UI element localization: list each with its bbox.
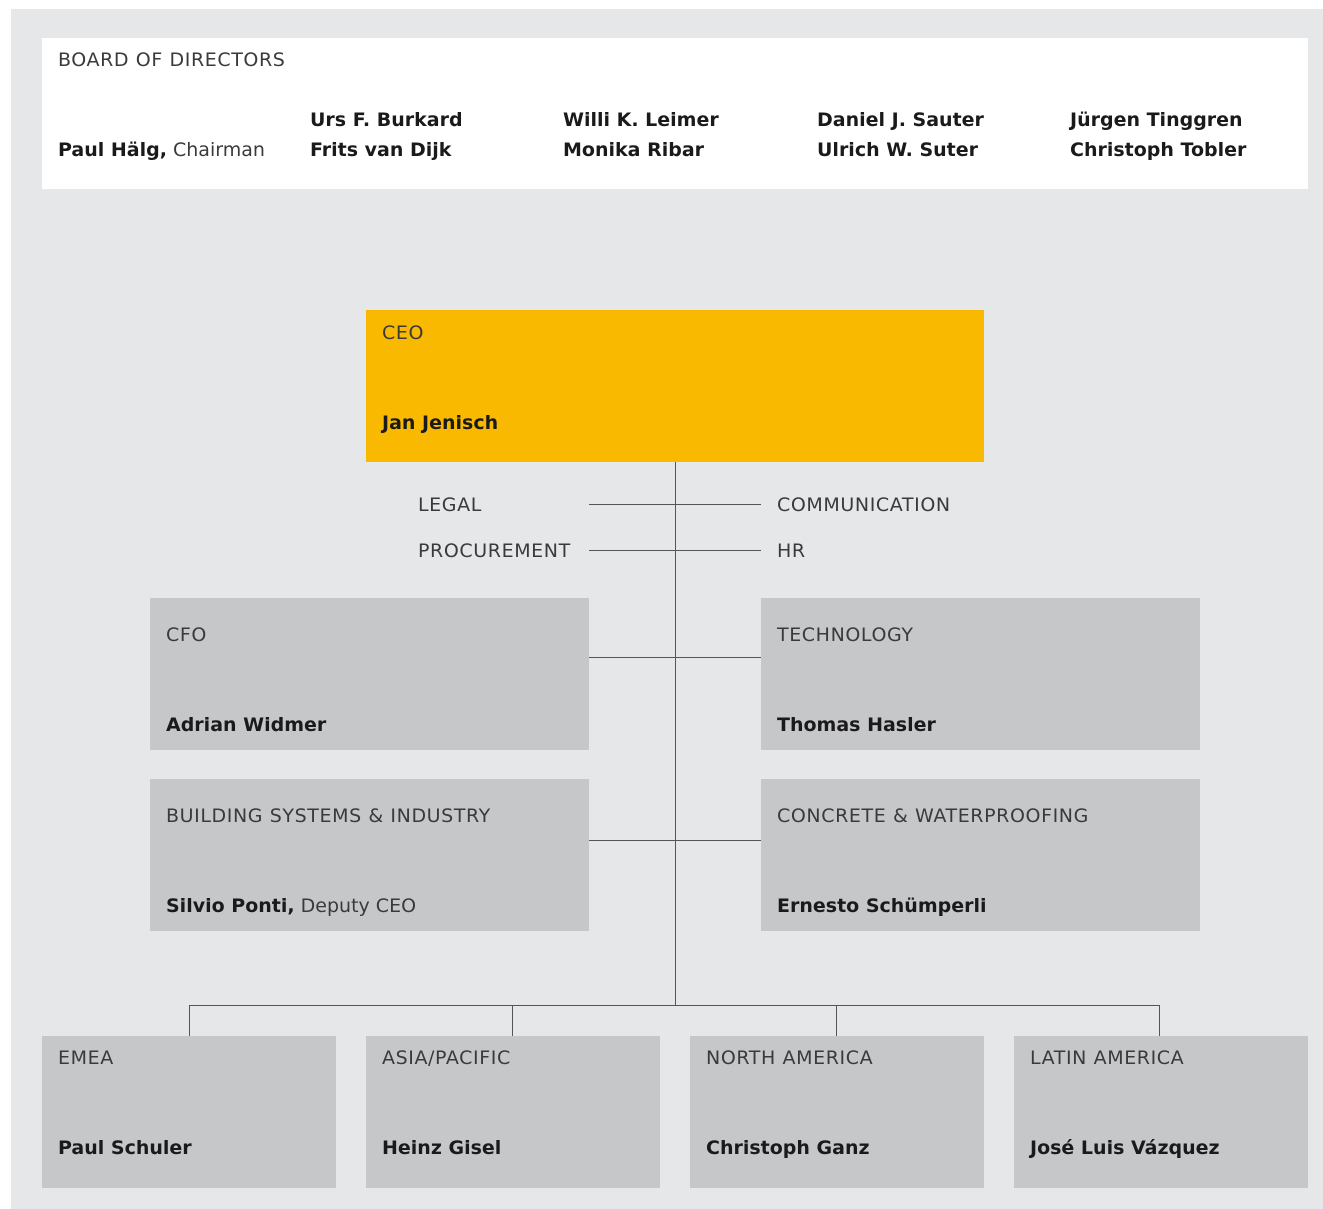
concrete-waterproofing-label: CONCRETE & WATERPROOFING: [777, 805, 1089, 827]
connector-building-concrete: [589, 840, 761, 841]
region-drop-line: [512, 1005, 513, 1036]
concrete-waterproofing-box: CONCRETE & WATERPROOFING Ernesto Schümpe…: [761, 779, 1200, 931]
region-label: LATIN AMERICA: [1030, 1047, 1185, 1069]
board-member: Christoph Tobler: [1070, 139, 1247, 161]
board-member: Willi K. Leimer: [563, 109, 719, 131]
board-member: Ulrich W. Suter: [817, 139, 979, 161]
region-box-north-america: NORTH AMERICA Christoph Ganz: [690, 1036, 984, 1188]
building-systems-name: Silvio Ponti,: [166, 895, 295, 917]
ceo-name: Jan Jenisch: [382, 412, 499, 434]
technology-box: TECHNOLOGY Thomas Hasler: [761, 598, 1200, 750]
region-head-name: Paul Schuler: [58, 1137, 192, 1159]
region-head-name: Christoph Ganz: [706, 1137, 870, 1159]
building-systems-label: BUILDING SYSTEMS & INDUSTRY: [166, 805, 491, 827]
cfo-name: Adrian Widmer: [166, 714, 327, 736]
region-head-name: Heinz Gisel: [382, 1137, 502, 1159]
staff-procurement: PROCUREMENT: [418, 540, 571, 562]
region-drop-line: [189, 1005, 190, 1036]
board-member: Frits van Dijk: [310, 139, 452, 161]
region-box-emea: EMEA Paul Schuler: [42, 1036, 336, 1188]
region-box-latin-america: LATIN AMERICA José Luis Vázquez: [1014, 1036, 1308, 1188]
building-systems-box: BUILDING SYSTEMS & INDUSTRY Silvio Ponti…: [150, 779, 589, 931]
ceo-box: CEO Jan Jenisch: [366, 310, 984, 462]
region-label: EMEA: [58, 1047, 114, 1069]
region-box-asia-pacific: ASIA/PACIFIC Heinz Gisel: [366, 1036, 660, 1188]
region-drop-line: [836, 1005, 837, 1036]
staff-hr: HR: [777, 540, 806, 562]
connector-cfo-technology: [589, 657, 761, 658]
building-systems-head: Silvio Ponti, Deputy CEO: [166, 895, 416, 917]
cfo-label: CFO: [166, 624, 207, 646]
chairman-name: Paul Hälg,: [58, 139, 167, 161]
board-of-directors-panel: BOARD OF DIRECTORS Paul Hälg, Chairman U…: [42, 38, 1308, 189]
region-label: NORTH AMERICA: [706, 1047, 874, 1069]
region-drop-line: [1159, 1005, 1160, 1036]
concrete-waterproofing-name: Ernesto Schümperli: [777, 895, 987, 917]
cfo-box: CFO Adrian Widmer: [150, 598, 589, 750]
region-label: ASIA/PACIFIC: [382, 1047, 511, 1069]
technology-label: TECHNOLOGY: [777, 624, 914, 646]
regions-bus-line: [189, 1005, 1159, 1006]
region-head-name: José Luis Vázquez: [1030, 1137, 1220, 1159]
staff-line-procurement-hr: [589, 550, 761, 551]
board-chairman: Paul Hälg, Chairman: [58, 139, 265, 161]
building-systems-role: Deputy CEO: [300, 895, 417, 917]
ceo-label: CEO: [382, 322, 425, 344]
board-member: Urs F. Burkard: [310, 109, 463, 131]
main-trunk-line: [675, 462, 676, 1006]
staff-legal: LEGAL: [418, 494, 482, 516]
board-member: Daniel J. Sauter: [817, 109, 984, 131]
staff-communication: COMMUNICATION: [777, 494, 951, 516]
board-member: Jürgen Tinggren: [1070, 109, 1243, 131]
staff-line-legal-communication: [589, 504, 761, 505]
board-title: BOARD OF DIRECTORS: [58, 49, 286, 71]
board-member: Monika Ribar: [563, 139, 705, 161]
chairman-role: Chairman: [173, 139, 265, 161]
technology-name: Thomas Hasler: [777, 714, 936, 736]
